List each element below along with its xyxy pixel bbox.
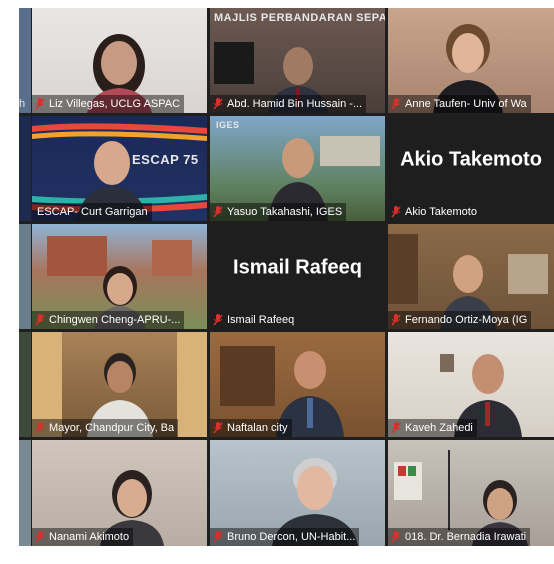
partial-tile[interactable] <box>19 332 31 437</box>
background-logo-text: ESCAP 75 <box>132 152 199 167</box>
participant-tile[interactable]: 018. Dr. Bernadia Irawati <box>388 440 554 546</box>
partial-tile[interactable]: h <box>19 8 31 113</box>
participant-name: Chingwen Cheng-APRU-... <box>49 314 181 326</box>
participant-tile[interactable]: Bruno Dercon, UN-Habit... <box>210 440 385 546</box>
muted-mic-icon <box>391 531 401 543</box>
participant-tile[interactable]: Chingwen Cheng-APRU-... <box>32 224 207 329</box>
participant-tile[interactable]: Nanami Akimoto <box>32 440 207 546</box>
participant-name: Akio Takemoto <box>405 206 477 218</box>
participant-name: Fernando Ortiz-Moya (IG <box>405 314 528 326</box>
participant-tile[interactable]: Anne Taufen- Univ of Wa <box>388 8 554 113</box>
participant-tile[interactable]: Naftalan city <box>210 332 385 437</box>
participant-name: Ismail Rafeeq <box>227 314 295 326</box>
participant-name-bar: Akio Takemoto <box>388 203 481 221</box>
muted-mic-icon <box>35 314 45 326</box>
participant-name: Abd. Hamid Bin Hussain -... <box>227 98 363 110</box>
participant-name-bar: Abd. Hamid Bin Hussain -... <box>210 95 367 113</box>
participant-tile[interactable]: Liz Villegas, UCLG ASPAC <box>32 8 207 113</box>
muted-mic-icon <box>391 422 401 434</box>
participant-name-bar: Liz Villegas, UCLG ASPAC <box>32 95 185 113</box>
participant-display-name: Ismail Rafeeq <box>233 256 362 279</box>
muted-mic-icon <box>35 531 45 543</box>
participant-name: Nanami Akimoto <box>49 531 130 543</box>
participant-name: Bruno Dercon, UN-Habit... <box>227 531 356 543</box>
muted-mic-icon <box>35 98 45 110</box>
muted-mic-icon <box>391 98 401 110</box>
muted-mic-icon <box>391 314 401 326</box>
participant-name-bar: Naftalan city <box>210 419 292 437</box>
participant-name-bar: Kaveh Zahedi <box>388 419 477 437</box>
partial-tile-label: h <box>19 98 26 110</box>
participant-name: Anne Taufen- Univ of Wa <box>405 98 527 110</box>
participant-name: ESCAP- Curt Garrigan <box>37 206 148 218</box>
participant-tile-video-off[interactable]: Ismail Rafeeq Ismail Rafeeq <box>210 224 385 329</box>
muted-mic-icon <box>391 206 401 218</box>
partial-tile[interactable] <box>19 116 31 221</box>
participant-name: Yasuo Takahashi, IGES <box>227 206 343 218</box>
video-grid: h Liz Villegas, UCLG ASPAC MAJLIS PERBAN… <box>19 8 554 546</box>
participant-name-bar: Chingwen Cheng-APRU-... <box>32 311 185 329</box>
participant-tile[interactable]: Mayor, Chandpur City, Ba <box>32 332 207 437</box>
participant-tile-video-off[interactable]: Akio Takemoto Akio Takemoto <box>388 116 554 221</box>
partial-tile[interactable] <box>19 440 31 546</box>
participant-display-name: Akio Takemoto <box>400 148 542 171</box>
participant-tile[interactable]: Kaveh Zahedi <box>388 332 554 437</box>
participant-name-bar: Bruno Dercon, UN-Habit... <box>210 528 360 546</box>
muted-mic-icon <box>213 531 223 543</box>
participant-tile[interactable]: IGES Yasuo Takahashi, IGES <box>210 116 385 221</box>
participant-name: 018. Dr. Bernadia Irawati <box>405 531 527 543</box>
muted-mic-icon <box>213 98 223 110</box>
participant-name-bar: Fernando Ortiz-Moya (IG <box>388 311 532 329</box>
participant-name: Mayor, Chandpur City, Ba <box>49 422 175 434</box>
participant-name: Naftalan city <box>227 422 288 434</box>
participant-name-bar: Ismail Rafeeq <box>210 311 298 329</box>
participant-name-bar: 018. Dr. Bernadia Irawati <box>388 528 531 546</box>
muted-mic-icon <box>213 422 223 434</box>
participant-name-bar: Anne Taufen- Univ of Wa <box>388 95 531 113</box>
participant-tile[interactable]: Fernando Ortiz-Moya (IG <box>388 224 554 329</box>
participant-name-bar: Nanami Akimoto <box>32 528 134 546</box>
participant-name-bar: Mayor, Chandpur City, Ba <box>32 419 179 437</box>
muted-mic-icon <box>35 422 45 434</box>
muted-mic-icon <box>213 314 223 326</box>
participant-name: Liz Villegas, UCLG ASPAC <box>49 98 181 110</box>
muted-mic-icon <box>213 206 223 218</box>
participant-tile[interactable]: MAJLIS PERBANDARAN SEPA Abd. Hamid Bin H… <box>210 8 385 113</box>
participant-name-bar: ESCAP- Curt Garrigan <box>32 203 152 221</box>
participant-name-bar: Yasuo Takahashi, IGES <box>210 203 347 221</box>
partial-tile[interactable] <box>19 224 31 329</box>
participant-name: Kaveh Zahedi <box>405 422 473 434</box>
participant-tile-active-speaker[interactable]: ESCAP 75 ESCAP- Curt Garrigan <box>32 116 207 221</box>
